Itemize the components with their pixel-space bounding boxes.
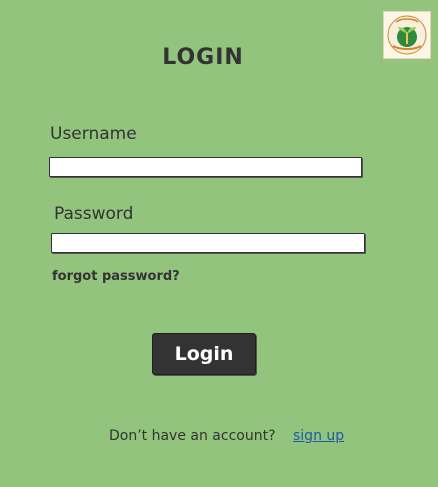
username-label: Username xyxy=(50,124,137,144)
login-button[interactable]: Login xyxy=(152,333,256,375)
no-account-prompt: Don’t have an account? xyxy=(109,428,276,444)
username-input[interactable] xyxy=(49,157,362,177)
password-label: Password xyxy=(54,204,134,224)
password-input[interactable] xyxy=(51,233,365,253)
page-title: LOGIN xyxy=(162,45,244,70)
sign-up-link[interactable]: sign up xyxy=(293,428,344,444)
forgot-password-link[interactable]: forgot password? xyxy=(52,269,180,284)
